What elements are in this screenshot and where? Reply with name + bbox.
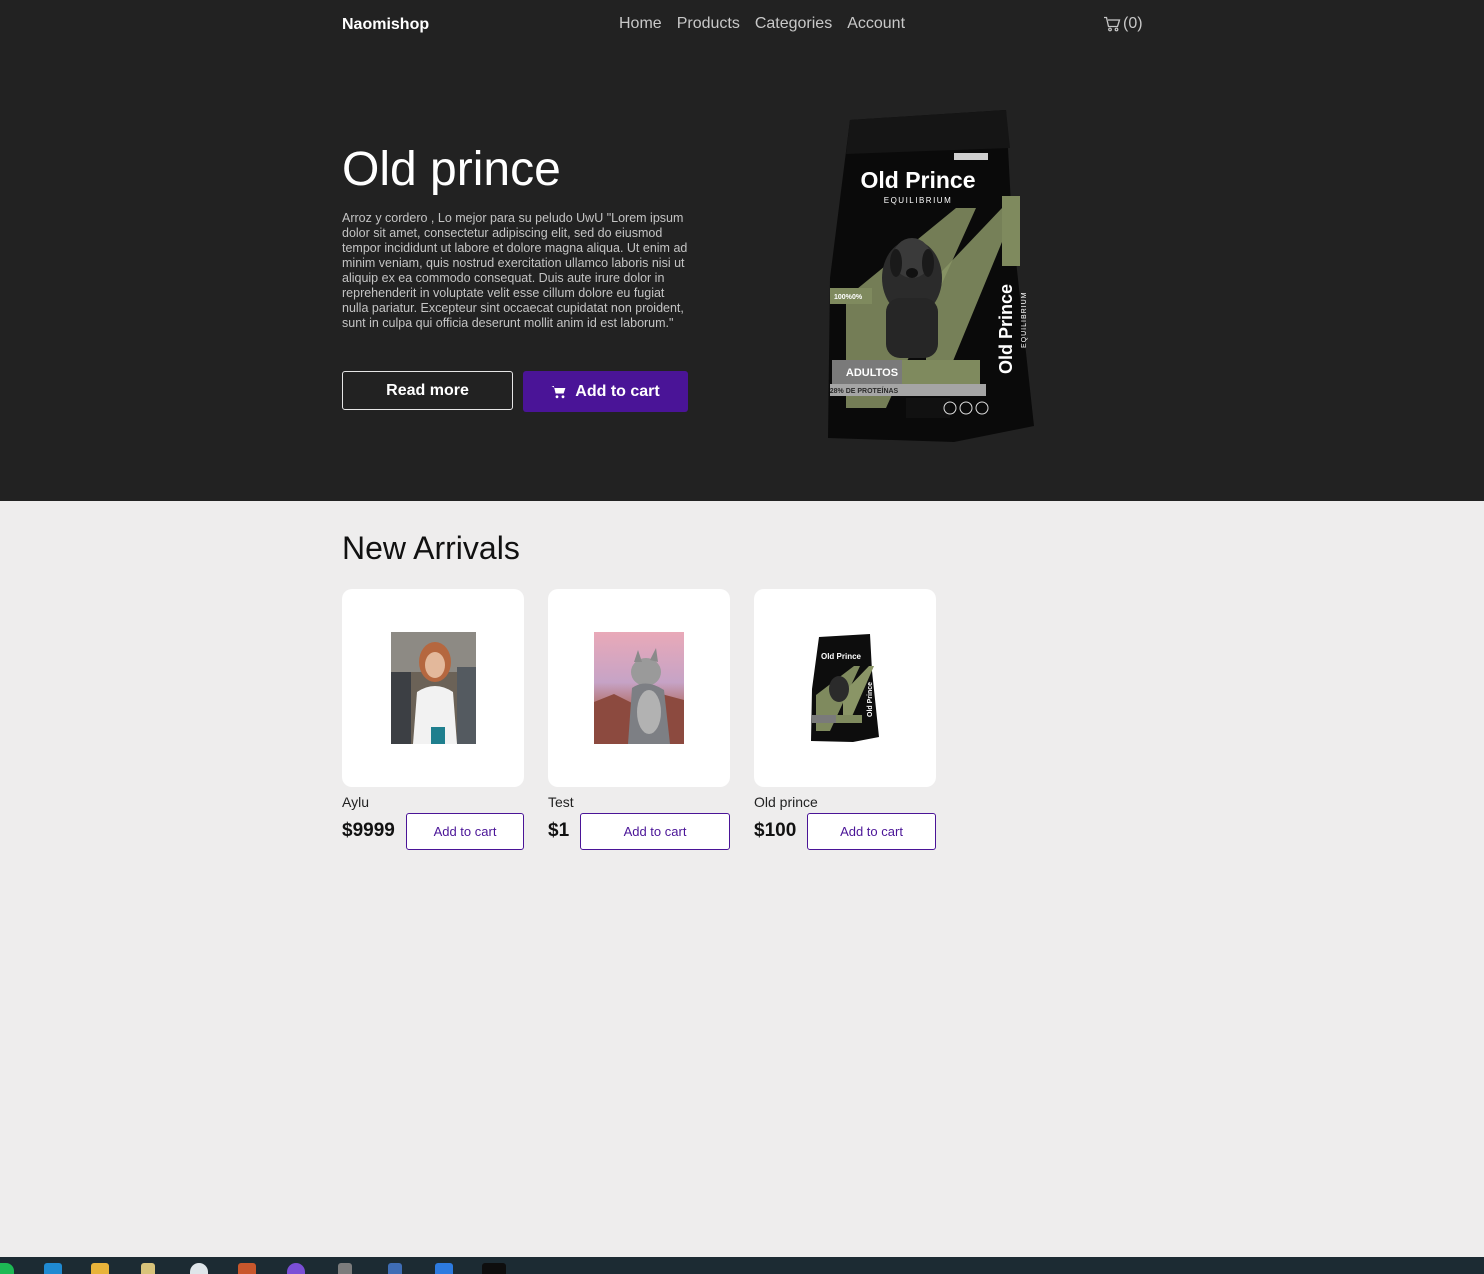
hero-add-to-cart-button[interactable]: Add to cart [523,371,688,412]
brand-logo[interactable]: Naomishop [342,16,429,34]
product-photo-test [594,632,684,744]
product-price: $100 [754,820,797,841]
cart-icon-small [551,385,566,398]
nav-account[interactable]: Account [847,15,905,33]
hero-product-image: Old Prince EQUILIBRIUM 100% 0% ADULTOS 2… [828,110,1034,442]
bag-badge1-text: 100% [834,294,853,301]
main-nav: Home Products Categories Account [619,15,920,33]
nav-categories[interactable]: Categories [755,15,832,33]
bag-line-text: EQUILIBRIUM [884,196,953,205]
product-name[interactable]: Test [548,794,574,810]
bag-badge2-text: 0% [852,294,863,301]
cart-icon [1104,16,1121,32]
browser-icon[interactable] [287,1263,305,1274]
read-more-button[interactable]: Read more [342,371,513,410]
game-icon[interactable] [238,1263,256,1274]
nav-home[interactable]: Home [619,15,662,33]
add-to-cart-button[interactable]: Add to cart [406,813,524,850]
add-to-cart-button[interactable]: Add to cart [580,813,730,850]
tool-icon[interactable] [338,1263,352,1274]
bag-protein-text: 28% DE PROTEÍNAS [830,386,899,395]
terminal-icon[interactable] [482,1263,506,1274]
thumb-bag-brand-text: Old Prince [821,652,862,661]
thumb-bag-side-text: Old Prince [867,682,874,717]
bag-side-line-text: EQUILIBRIUM [1021,291,1028,348]
hero-title: Old prince [342,143,561,196]
app-icon[interactable] [141,1263,155,1274]
bag-side-brand-text: Old Prince [996,284,1016,374]
hero-add-to-cart-label: Add to cart [575,382,660,400]
product-card-image-container[interactable]: Old Prince Old Prince [754,589,936,787]
nav-products[interactable]: Products [677,15,740,33]
product-photo-old-prince: Old Prince Old Prince [811,634,879,742]
cart-link[interactable]: (0) [1103,15,1143,33]
bag-stage-text: ADULTOS [846,367,898,379]
hero-description: Arroz y cordero , Lo mejor para su pelud… [342,211,688,330]
vscode-icon[interactable] [44,1263,62,1274]
product-name[interactable]: Aylu [342,794,369,810]
product-price: $1 [548,820,570,841]
bag-brand-text: Old Prince [860,167,975,193]
cart-count: (0) [1123,15,1143,32]
product-card-image-container[interactable] [548,589,730,787]
folder-icon[interactable] [91,1263,109,1274]
spotify-icon[interactable] [0,1263,14,1274]
product-card-image-container[interactable] [342,589,524,787]
app3-icon[interactable] [435,1263,453,1274]
product-name[interactable]: Old prince [754,794,818,810]
product-photo-aylu [390,632,476,744]
app2-icon[interactable] [388,1263,402,1274]
product-price: $9999 [342,820,395,841]
new-arrivals-title: New Arrivals [342,530,520,566]
hero-section: Naomishop Home Products Categories Accou… [0,0,1484,501]
os-taskbar [0,1257,1484,1274]
slack-icon[interactable] [190,1263,208,1274]
add-to-cart-button[interactable]: Add to cart [807,813,936,850]
